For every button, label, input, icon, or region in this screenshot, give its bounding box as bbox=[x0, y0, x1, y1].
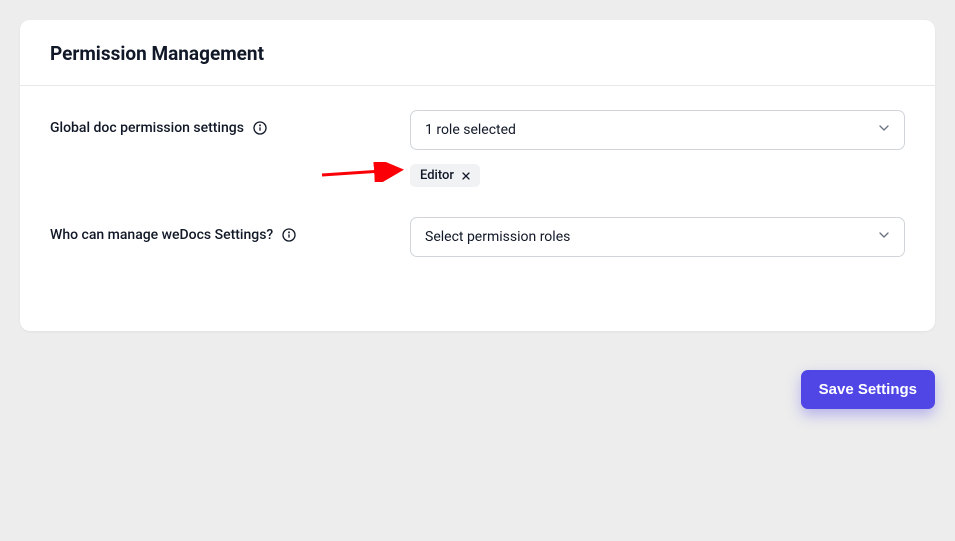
manage-settings-label-wrap: Who can manage weDocs Settings? bbox=[50, 217, 410, 243]
manage-settings-label: Who can manage weDocs Settings? bbox=[50, 227, 273, 243]
save-settings-button[interactable]: Save Settings bbox=[801, 370, 935, 409]
manage-settings-select-text: Select permission roles bbox=[425, 229, 570, 245]
global-permission-select[interactable]: 1 role selected bbox=[410, 110, 905, 150]
card-header: Permission Management bbox=[20, 20, 935, 86]
card-body: Global doc permission settings 1 role se… bbox=[20, 86, 935, 331]
manage-settings-select[interactable]: Select permission roles bbox=[410, 217, 905, 257]
global-permission-label: Global doc permission settings bbox=[50, 120, 244, 136]
chevron-down-icon bbox=[876, 120, 892, 140]
permission-management-card: Permission Management Global doc permiss… bbox=[20, 20, 935, 331]
chevron-down-icon bbox=[876, 227, 892, 247]
close-icon[interactable] bbox=[460, 170, 472, 182]
info-icon[interactable] bbox=[281, 227, 297, 243]
global-permission-label-wrap: Global doc permission settings bbox=[50, 110, 410, 136]
global-permission-select-text: 1 role selected bbox=[425, 122, 516, 138]
row-manage-settings: Who can manage weDocs Settings? Select p… bbox=[50, 217, 905, 257]
role-chip-editor: Editor bbox=[410, 164, 480, 187]
card-title: Permission Management bbox=[50, 42, 905, 65]
info-icon[interactable] bbox=[252, 120, 268, 136]
global-permission-chips: Editor bbox=[410, 164, 905, 187]
role-chip-label: Editor bbox=[420, 168, 454, 183]
actions-row: Save Settings bbox=[801, 370, 935, 409]
row-global-permission: Global doc permission settings 1 role se… bbox=[50, 110, 905, 150]
